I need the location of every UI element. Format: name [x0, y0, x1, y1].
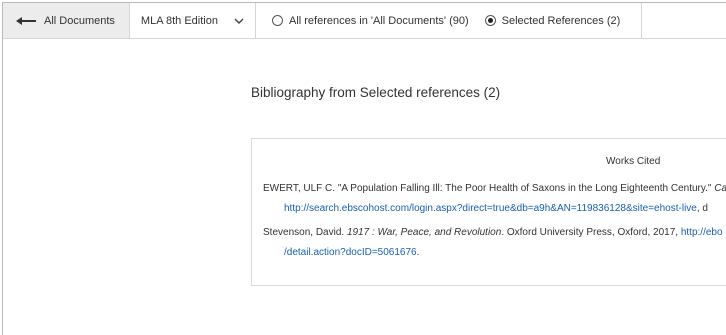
citation-entry-1: EWERT, ULF C. "A Population Falling Ill:… [263, 183, 726, 214]
citation-1-after-url: , d [696, 203, 708, 214]
back-label: All Documents [44, 14, 115, 27]
radio-selected-references[interactable]: Selected References (2) [484, 14, 621, 27]
toolbar: All Documents MLA 8th Edition All refere… [3, 3, 726, 39]
radio-selected-references-label: Selected References (2) [501, 14, 621, 27]
citation-1-link[interactable]: http://search.ebscohost.com/login.aspx?d… [284, 203, 697, 214]
citation-style-value: MLA 8th Edition [140, 14, 218, 27]
works-cited-title: Works Cited [606, 156, 661, 167]
citation-2-text-before: Stevenson, David. [263, 227, 347, 238]
chevron-down-icon [234, 18, 244, 24]
citation-2-italic: 1917 : War, Peace, and Revolution [346, 227, 502, 238]
citation-2-line2: /detail.action?docID=5061676. [284, 247, 419, 258]
citation-1-italic: Ca [714, 183, 726, 194]
citation-entry-2: Stevenson, David. 1917 : War, Peace, and… [263, 227, 723, 258]
radio-selected-references-circle[interactable] [484, 15, 496, 26]
citation-2-link[interactable]: /detail.action?docID=5061676 [284, 247, 417, 258]
radio-all-references-circle[interactable] [271, 15, 283, 26]
citation-2-text-after: . Oxford University Press, Oxford, 2017, [501, 227, 681, 238]
citation-2-link-start[interactable]: http://ebo [681, 227, 723, 238]
radio-all-references[interactable]: All references in 'All Documents' (90) [271, 14, 469, 27]
citation-2-after-url: . [416, 247, 420, 258]
radio-all-references-label: All references in 'All Documents' (90) [288, 14, 469, 27]
bibliography-heading: Bibliography from Selected references (2… [251, 85, 501, 100]
app-window: All Documents MLA 8th Edition All refere… [2, 2, 726, 335]
arrow-left-icon [16, 16, 36, 25]
citation-style-dropdown[interactable]: MLA 8th Edition [130, 3, 256, 38]
back-to-all-documents-button[interactable]: All Documents [3, 3, 130, 38]
citation-1-text: EWERT, ULF C. "A Population Falling Ill:… [263, 183, 715, 194]
citation-1-line2: http://search.ebscohost.com/login.aspx?d… [284, 203, 708, 214]
bibliography-card: Works Cited EWERT, ULF C. "A Population … [251, 138, 726, 286]
reference-scope-radio-group: All references in 'All Documents' (90) S… [256, 3, 643, 38]
